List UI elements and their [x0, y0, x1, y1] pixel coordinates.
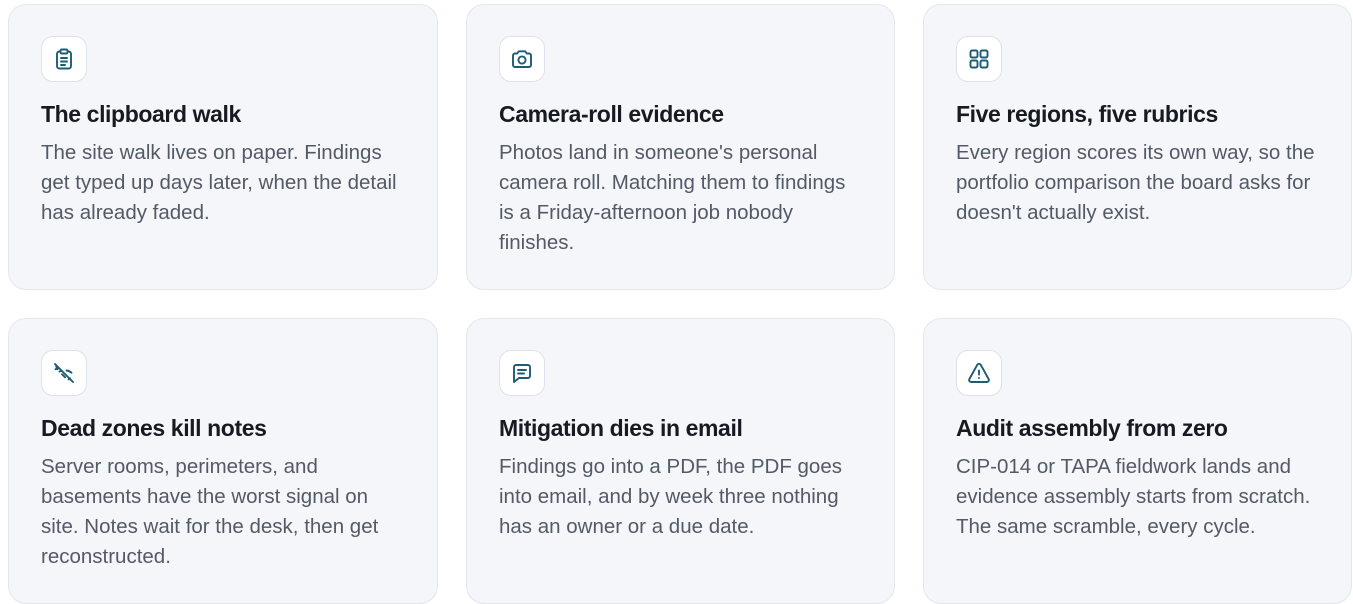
- problem-card-mitigation-email: Mitigation dies in email Findings go int…: [466, 318, 895, 604]
- card-description: Findings go into a PDF, the PDF goes int…: [499, 455, 842, 538]
- warning-icon: [956, 350, 1002, 396]
- card-title: Mitigation dies in email: [499, 415, 743, 441]
- message-icon: [499, 350, 545, 396]
- card-description: Every region scores its own way, so the …: [956, 141, 1315, 224]
- problem-card-five-regions: Five regions, five rubrics Every region …: [923, 4, 1352, 290]
- card-description: The site walk lives on paper. Findings g…: [41, 141, 397, 224]
- card-description: Photos land in someone's personal camera…: [499, 141, 846, 254]
- card-title: Camera-roll evidence: [499, 101, 724, 127]
- problem-card-clipboard-walk: The clipboard walk The site walk lives o…: [8, 4, 438, 290]
- card-title: The clipboard walk: [41, 101, 241, 127]
- problem-card-audit-assembly: Audit assembly from zero CIP-014 or TAPA…: [923, 318, 1352, 604]
- card-title: Audit assembly from zero: [956, 415, 1228, 441]
- no-signal-icon: [41, 350, 87, 396]
- problem-card-dead-zones: Dead zones kill notes Server rooms, peri…: [8, 318, 438, 604]
- card-title: Dead zones kill notes: [41, 415, 267, 441]
- problem-cards-grid: The clipboard walk The site walk lives o…: [8, 4, 1352, 604]
- card-title: Five regions, five rubrics: [956, 101, 1218, 127]
- camera-icon: [499, 36, 545, 82]
- problem-card-camera-roll-evidence: Camera-roll evidence Photos land in some…: [466, 4, 895, 290]
- card-description: Server rooms, perimeters, and basements …: [41, 455, 379, 568]
- clipboard-icon: [41, 36, 87, 82]
- grid-icon: [956, 36, 1002, 82]
- card-description: CIP-014 or TAPA fieldwork lands and evid…: [956, 455, 1311, 538]
